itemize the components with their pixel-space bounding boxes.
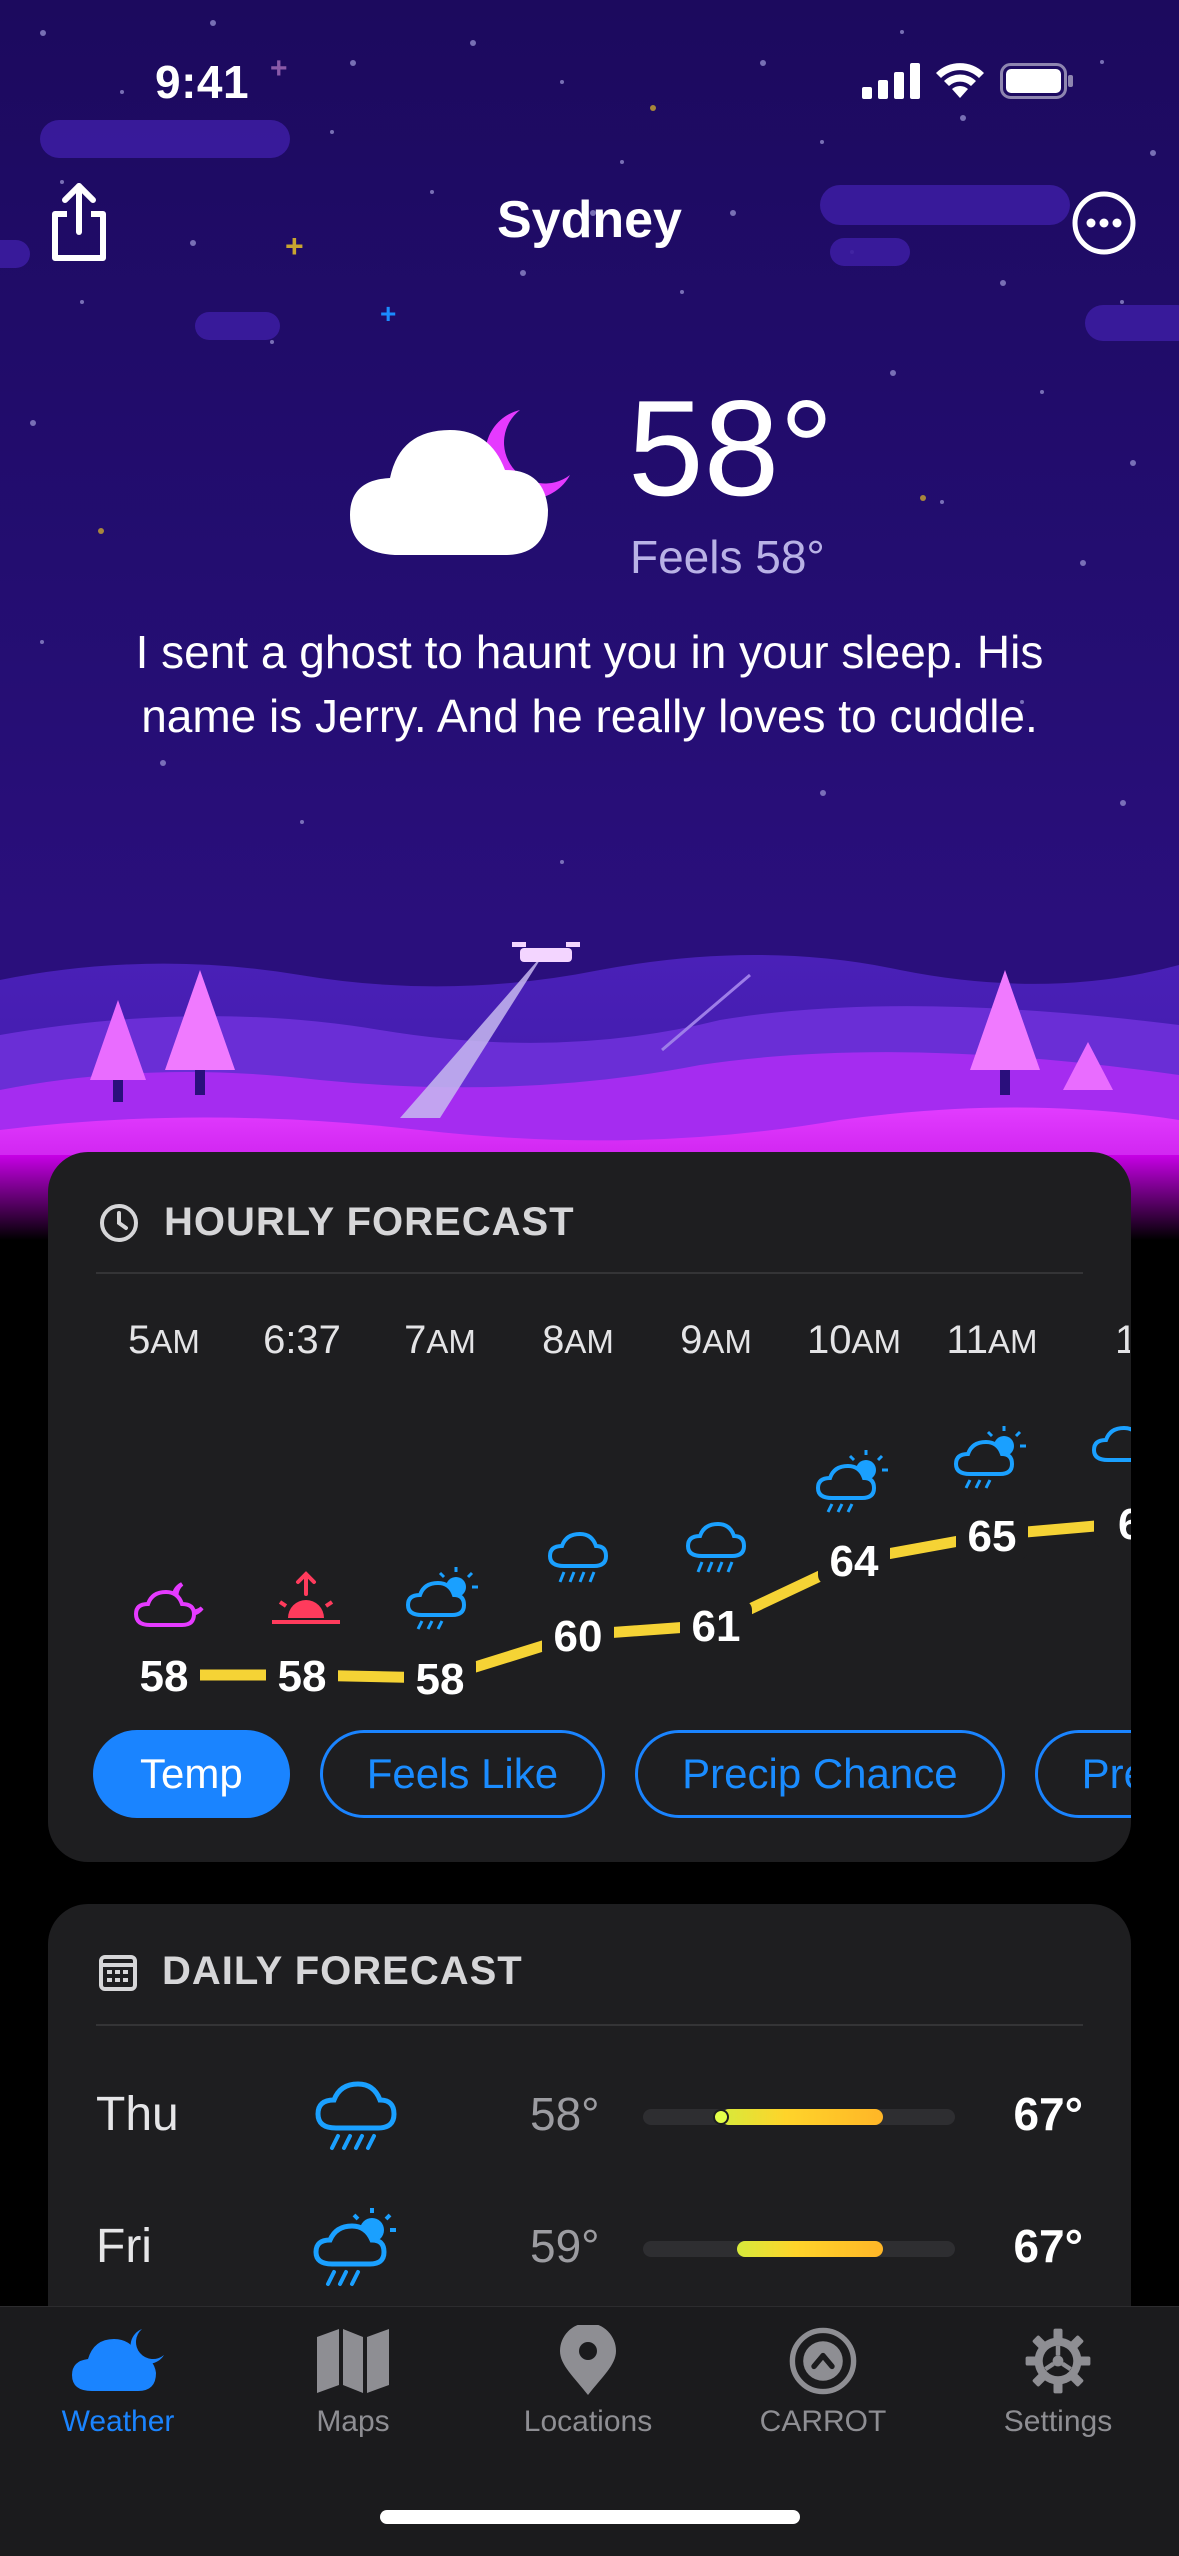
cloud-decoration	[40, 120, 290, 158]
gear-icon	[1025, 2328, 1091, 2394]
cloud-moon-icon	[72, 2329, 164, 2391]
tab-locations[interactable]: Locations	[488, 2325, 688, 2439]
cloud-decoration	[1085, 305, 1179, 341]
rain-cloud-icon	[685, 1521, 747, 1573]
day-low-temp: 59°	[530, 2220, 600, 2272]
chip-temp[interactable]: Temp	[93, 1730, 290, 1818]
temp-value: 58	[140, 1652, 189, 1701]
rain-cloud-icon	[315, 2081, 397, 2150]
tab-label: CARROT	[759, 2405, 887, 2438]
day-low-temp: 58°	[530, 2088, 600, 2140]
battery-icon	[1000, 63, 1073, 99]
map-icon	[317, 2329, 389, 2393]
chip-feels-like[interactable]: Feels Like	[319, 1730, 606, 1818]
hour-label: 6:37	[263, 1318, 341, 1362]
clock-icon	[100, 1203, 138, 1242]
hour-label: 9AM	[680, 1318, 752, 1362]
daily-forecast-header: DAILY FORECAST	[98, 1949, 523, 1994]
temp-value: 58	[416, 1655, 465, 1704]
temp-range-fill	[721, 2109, 883, 2125]
temp-value: 65	[968, 1512, 1017, 1561]
hourly-forecast-header: HOURLY FORECAST	[98, 1200, 575, 1245]
hour-label: 12P	[1115, 1318, 1130, 1362]
tab-label: Locations	[523, 2405, 653, 2438]
rain-cloud-icon	[547, 1531, 609, 1583]
partly-cloudy-night-icon	[340, 400, 580, 570]
temp-value: 60	[554, 1612, 603, 1661]
sun-rain-cloud-icon	[405, 1567, 478, 1630]
tab-label: Weather	[61, 2405, 175, 2438]
more-options-button[interactable]	[1071, 190, 1137, 256]
sunrise-icon	[272, 1571, 340, 1624]
daily-row[interactable]: Fri 59° 67°	[48, 2197, 1131, 2297]
tab-label: Maps	[316, 2405, 390, 2438]
current-temperature: 58°	[628, 372, 834, 524]
tab-maps[interactable]: Maps	[253, 2325, 453, 2439]
day-high-temp: 67°	[1013, 2220, 1083, 2272]
sun-rain-cloud-icon	[313, 2208, 396, 2286]
partly-cloudy-night-icon	[133, 1582, 204, 1627]
city-title[interactable]: Sydney	[0, 190, 1179, 250]
tab-label: Settings	[1003, 2405, 1113, 2438]
metric-chips-scroll[interactable]: Temp Feels Like Precip Chance Prec	[48, 1720, 1131, 1830]
hourly-forecast-title: HOURLY FORECAST	[164, 1200, 575, 1244]
day-name: Fri	[96, 2220, 152, 2273]
home-indicator[interactable]	[380, 2510, 800, 2524]
card-divider	[96, 1272, 1083, 1274]
hourly-temp-chart: 58 58 58 60 61 64 65 6	[128, 1425, 1131, 1704]
calendar-icon	[99, 1954, 137, 1991]
temp-value: 6	[1118, 1500, 1131, 1549]
hour-label: 11AM	[946, 1318, 1038, 1362]
sun-rain-cloud-icon	[953, 1426, 1026, 1489]
temp-value: 58	[278, 1652, 327, 1701]
temp-range-fill	[737, 2241, 883, 2257]
carrot-logo-icon	[789, 2327, 857, 2395]
weather-screen: + + + 9:41 Sydney 58° Feels 58° I sent a…	[0, 0, 1179, 2556]
cloud-decoration	[195, 312, 280, 340]
feels-like-text: Feels 58°	[630, 531, 825, 583]
hour-label: 7AM	[404, 1318, 476, 1362]
metric-chips: Temp Feels Like Precip Chance Prec	[93, 1730, 1131, 1818]
hour-label: 10AM	[807, 1318, 901, 1362]
day-name: Thu	[96, 2088, 179, 2141]
card-divider	[96, 2024, 1083, 2026]
chip-precip-chance[interactable]: Precip Chance	[635, 1730, 1005, 1818]
tab-carrot[interactable]: CARROT	[723, 2325, 923, 2439]
status-icons	[862, 62, 1074, 100]
chip-precip-amount[interactable]: Prec	[1034, 1730, 1131, 1818]
ellipsis-circle-icon	[1072, 191, 1136, 255]
sun-rain-cloud-icon	[815, 1450, 888, 1513]
daily-forecast-title: DAILY FORECAST	[162, 1949, 523, 1993]
day-high-temp: 67°	[1013, 2088, 1083, 2140]
hour-label: 8AM	[542, 1318, 614, 1362]
tab-weather[interactable]: Weather	[18, 2325, 218, 2439]
hour-label: 5AM	[128, 1318, 200, 1362]
status-time: 9:41	[155, 56, 250, 108]
location-pin-icon	[560, 2325, 616, 2395]
sparkle-decoration: +	[380, 298, 397, 329]
night-sky-background: + + + 9:41 Sydney 58° Feels 58° I sent a…	[0, 0, 1179, 1240]
current-temp-dot	[713, 2109, 729, 2125]
wifi-icon	[936, 63, 984, 98]
weather-message: I sent a ghost to haunt you in your slee…	[135, 626, 1044, 742]
sun-rain-cloud-icon	[1091, 1425, 1131, 1462]
temp-range-bar	[643, 2109, 955, 2125]
temp-value: 61	[692, 1602, 741, 1651]
daily-row[interactable]: Thu 58° 67°	[48, 2065, 1131, 2165]
cellular-signal-icon	[862, 63, 920, 99]
sparkle-decoration: +	[270, 52, 288, 85]
temp-value: 64	[830, 1537, 879, 1586]
tab-settings[interactable]: Settings	[958, 2325, 1158, 2439]
temp-range-bar	[643, 2241, 955, 2257]
